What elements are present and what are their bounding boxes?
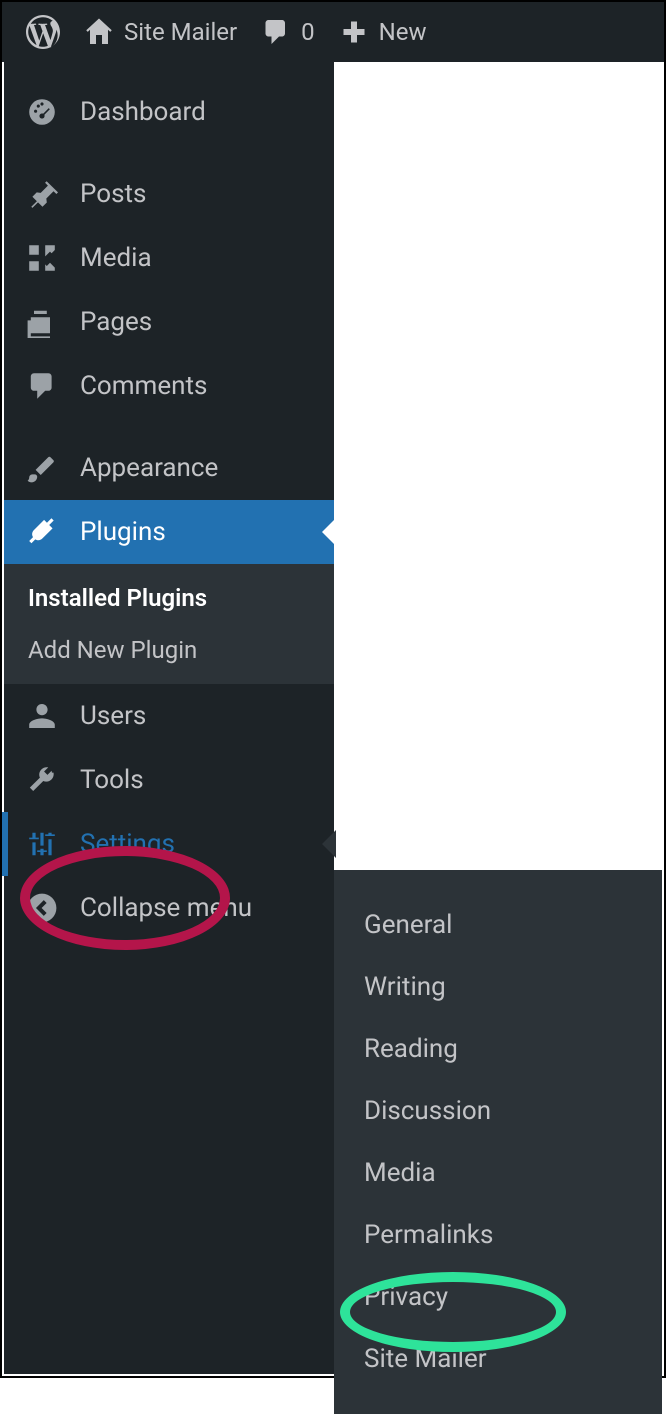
menu-label: Dashboard: [80, 97, 206, 127]
menu-label: Collapse menu: [80, 893, 252, 923]
plus-icon: [339, 17, 369, 47]
submenu-add-new-plugin[interactable]: Add New Plugin: [4, 624, 334, 676]
user-icon: [24, 698, 60, 734]
dashboard-icon: [24, 94, 60, 130]
flyout-discussion[interactable]: Discussion: [334, 1080, 662, 1142]
comments-link[interactable]: 0: [249, 17, 327, 47]
menu-item-appearance[interactable]: Appearance: [4, 436, 334, 500]
site-home-link[interactable]: Site Mailer: [72, 17, 249, 47]
new-label: New: [379, 18, 427, 46]
menu-label: Users: [80, 701, 146, 731]
menu-item-users[interactable]: Users: [4, 684, 334, 748]
pin-icon: [24, 176, 60, 212]
plug-icon: [24, 514, 60, 550]
flyout-reading[interactable]: Reading: [334, 1018, 662, 1080]
site-title: Site Mailer: [124, 18, 237, 46]
home-icon: [84, 17, 114, 47]
flyout-privacy[interactable]: Privacy: [334, 1266, 662, 1328]
menu-label: Media: [80, 243, 152, 273]
admin-sidebar: Dashboard Posts Media Pages Comments App…: [4, 62, 334, 1374]
menu-item-dashboard[interactable]: Dashboard: [4, 80, 334, 144]
comments-icon: [24, 368, 60, 404]
menu-item-tools[interactable]: Tools: [4, 748, 334, 812]
new-content-link[interactable]: New: [327, 17, 439, 47]
plugins-submenu: Installed Plugins Add New Plugin: [4, 564, 334, 684]
menu-item-comments[interactable]: Comments: [4, 354, 334, 418]
pages-icon: [24, 304, 60, 340]
comments-count: 0: [301, 18, 315, 46]
settings-flyout: General Writing Reading Discussion Media…: [334, 870, 662, 1414]
flyout-general[interactable]: General: [334, 894, 662, 956]
media-icon: [24, 240, 60, 276]
collapse-icon: [24, 890, 60, 926]
brush-icon: [24, 450, 60, 486]
comment-icon: [261, 17, 291, 47]
menu-label: Appearance: [80, 453, 218, 483]
menu-item-posts[interactable]: Posts: [4, 162, 334, 226]
flyout-site-mailer[interactable]: Site Mailer: [334, 1328, 662, 1390]
wordpress-icon: [26, 15, 60, 49]
menu-label: Pages: [80, 307, 152, 337]
flyout-writing[interactable]: Writing: [334, 956, 662, 1018]
submenu-installed-plugins[interactable]: Installed Plugins: [4, 572, 334, 624]
menu-item-settings[interactable]: Settings: [4, 812, 334, 876]
content-area: [334, 64, 660, 870]
flyout-media[interactable]: Media: [334, 1142, 662, 1204]
menu-label: Comments: [80, 371, 207, 401]
wrench-icon: [24, 762, 60, 798]
menu-label: Plugins: [80, 517, 166, 547]
menu-item-plugins[interactable]: Plugins: [4, 500, 334, 564]
menu-label: Settings: [80, 829, 175, 859]
wp-logo[interactable]: [14, 15, 72, 49]
flyout-permalinks[interactable]: Permalinks: [334, 1204, 662, 1266]
menu-label: Posts: [80, 179, 146, 209]
sliders-icon: [24, 826, 60, 862]
menu-label: Tools: [80, 765, 144, 795]
collapse-menu[interactable]: Collapse menu: [4, 876, 334, 940]
menu-item-media[interactable]: Media: [4, 226, 334, 290]
admin-topbar: Site Mailer 0 New: [2, 2, 664, 62]
menu-item-pages[interactable]: Pages: [4, 290, 334, 354]
